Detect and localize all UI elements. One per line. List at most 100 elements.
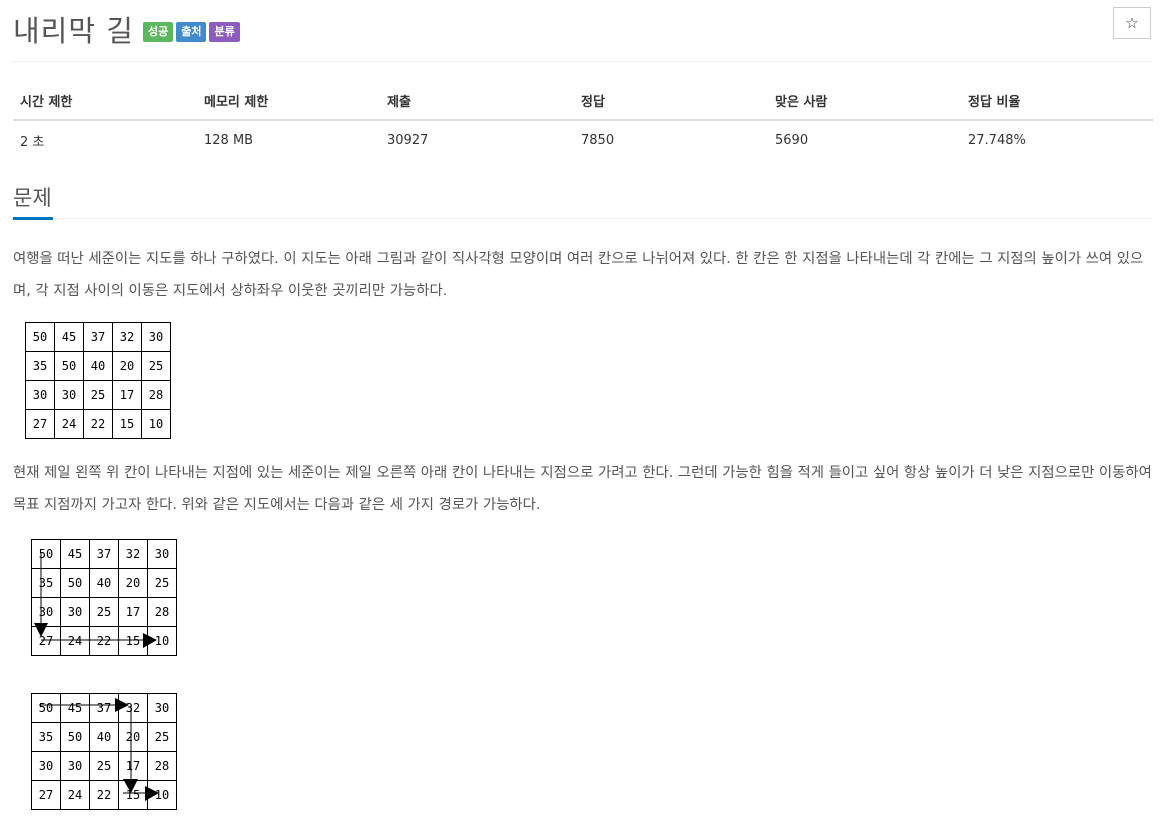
grid-cell: 24	[54, 409, 84, 439]
grid-row: 50 45 37 32 30	[25, 322, 171, 352]
badge-source[interactable]: 출처	[176, 22, 207, 42]
grid-cell: 40	[89, 568, 119, 598]
grid-cell: 50	[60, 568, 90, 598]
grid-cell: 25	[147, 722, 177, 752]
title-row: 내리막 길 성공 출처 분류	[13, 8, 240, 50]
grid-cell: 40	[89, 722, 119, 752]
grid-cell: 22	[89, 626, 119, 656]
grid-cell: 50	[60, 722, 90, 752]
grid-row: 30 30 25 17 28	[25, 380, 171, 410]
grid-cell: 50	[25, 322, 55, 352]
value-submissions[interactable]: 30927	[380, 120, 574, 160]
section-divider	[13, 218, 1153, 219]
header-time-limit: 시간 제한	[13, 82, 197, 121]
value-memory-limit: 128 MB	[204, 133, 254, 148]
section-title: 문제	[13, 186, 52, 210]
grid-cell: 30	[25, 380, 55, 410]
badge-group: 성공 출처 분류	[142, 22, 240, 42]
header-ratio: 정답 비율	[961, 82, 1153, 121]
path-grid-1: 50 45 37 32 30 35 50 40 20 25 30 30 25 17 28 27 24 22 15 10	[31, 539, 177, 656]
grid-cell: 50	[31, 693, 61, 723]
grid-row: 30 30 25 17 28	[31, 751, 177, 781]
value-ratio: 27.748%	[968, 133, 1026, 148]
grid-cell: 32	[118, 693, 148, 723]
problem-description-2: 현재 제일 왼쪽 위 칸이 나타내는 지점에 있는 세준이는 제일 오른쪽 아래…	[13, 465, 1152, 513]
value-solvers[interactable]: 5690	[768, 120, 961, 160]
grid-row: 27 24 22 15 10	[25, 409, 171, 439]
grid-cell: 15	[112, 409, 142, 439]
grid-cell: 32	[112, 322, 142, 352]
section-title-underline	[13, 217, 53, 220]
grid-cell: 30	[60, 597, 90, 627]
star-icon: ☆	[1125, 14, 1139, 32]
header-memory-limit: 메모리 제한	[197, 82, 380, 121]
info-value-row: 2 초 128 MB 30927 7850 5690 27.748%	[13, 120, 1153, 160]
info-table: 시간 제한 메모리 제한 제출 정답 맞은 사람 정답 비율 2 초 128 M…	[13, 82, 1153, 160]
grid-cell: 22	[89, 780, 119, 810]
badge-success[interactable]: 성공	[142, 22, 174, 42]
grid-cell: 45	[54, 322, 84, 352]
grid-row: 50 45 37 32 30	[31, 539, 177, 569]
grid-cell: 32	[118, 539, 148, 569]
problem-description-1: 여행을 떠난 세준이는 지도를 하나 구하였다. 이 지도는 아래 그림과 같이…	[13, 251, 1144, 299]
grid-cell: 25	[83, 380, 113, 410]
grid-row: 30 30 25 17 28	[31, 597, 177, 627]
grid-cell: 30	[60, 751, 90, 781]
grid-cell: 27	[25, 409, 55, 439]
grid-cell: 27	[31, 780, 61, 810]
grid-row: 35 50 40 20 25	[25, 351, 171, 381]
grid-cell: 17	[118, 597, 148, 627]
grid-cell: 25	[89, 597, 119, 627]
grid-row: 27 24 22 15 10	[31, 780, 177, 810]
grid-row: 50 45 37 32 30	[31, 693, 177, 723]
grid-cell: 28	[147, 597, 177, 627]
header-submissions: 제출	[380, 82, 574, 121]
value-time-limit: 2 초	[20, 135, 45, 150]
grid-cell: 30	[31, 597, 61, 627]
grid-cell: 25	[141, 351, 171, 381]
grid-cell: 20	[118, 722, 148, 752]
grid-cell: 35	[31, 568, 61, 598]
grid-cell: 20	[118, 568, 148, 598]
grid-cell: 15	[118, 780, 148, 810]
grid-cell: 10	[147, 780, 177, 810]
grid-cell: 27	[31, 626, 61, 656]
grid-cell: 35	[31, 722, 61, 752]
grid-cell: 37	[89, 539, 119, 569]
badge-category[interactable]: 분류	[209, 22, 240, 42]
star-button[interactable]: ☆	[1113, 7, 1151, 39]
grid-cell: 40	[83, 351, 113, 381]
grid-cell: 17	[112, 380, 142, 410]
grid-cell: 10	[141, 409, 171, 439]
grid-cell: 28	[141, 380, 171, 410]
grid-cell: 30	[141, 322, 171, 352]
grid-cell: 35	[25, 351, 55, 381]
header-accepted: 정답	[574, 82, 768, 121]
grid-cell: 28	[147, 751, 177, 781]
grid-cell: 22	[83, 409, 113, 439]
header-solvers: 맞은 사람	[768, 82, 961, 121]
grid-cell: 24	[60, 626, 90, 656]
grid-row: 35 50 40 20 25	[31, 568, 177, 598]
grid-cell: 30	[147, 539, 177, 569]
grid-cell: 45	[60, 693, 90, 723]
info-header-row: 시간 제한 메모리 제한 제출 정답 맞은 사람 정답 비율	[13, 82, 1153, 121]
grid-cell: 20	[112, 351, 142, 381]
grid-cell: 25	[147, 568, 177, 598]
grid-cell: 30	[54, 380, 84, 410]
grid-cell: 50	[31, 539, 61, 569]
divider	[13, 61, 1153, 62]
grid-cell: 25	[89, 751, 119, 781]
grid-cell: 37	[83, 322, 113, 352]
grid-cell: 10	[147, 626, 177, 656]
grid-cell: 17	[118, 751, 148, 781]
grid-cell: 30	[31, 751, 61, 781]
path-grid-2: 50 45 37 32 30 35 50 40 20 25 30 30 25 17 28 27 24 22 15 10	[31, 693, 177, 810]
grid-cell: 37	[89, 693, 119, 723]
grid-row: 27 24 22 15 10	[31, 626, 177, 656]
value-accepted[interactable]: 7850	[574, 120, 768, 160]
height-map-grid: 50 45 37 32 30 35 50 40 20 25 30 30 25 17 28 27 24 22 15 10	[25, 322, 171, 439]
grid-row: 35 50 40 20 25	[31, 722, 177, 752]
grid-cell: 50	[54, 351, 84, 381]
page-title: 내리막 길	[13, 14, 134, 48]
